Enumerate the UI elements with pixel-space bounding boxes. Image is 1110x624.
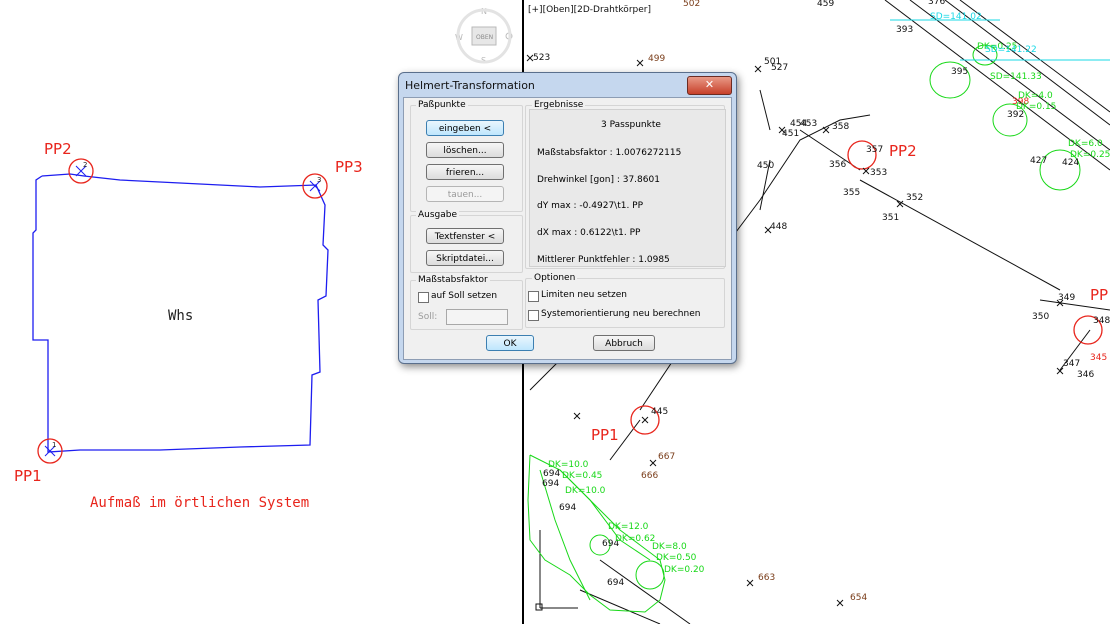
point-label: 654 — [850, 593, 867, 603]
point-label: 451 — [782, 129, 799, 139]
dk-label: DK=12.0 — [608, 522, 649, 532]
auf-soll-setzen-label: auf Soll setzen — [431, 291, 498, 301]
result-dx-max: dX max : 0.6122\t1. PP — [537, 228, 641, 238]
sd-label: SD=141.22 — [985, 45, 1037, 55]
dk-label: DK=0.50 — [656, 553, 697, 563]
systemorientierung-checkbox[interactable] — [528, 310, 539, 321]
point-label: 502 — [683, 0, 700, 9]
sd-label: SD=141.02 — [930, 12, 982, 22]
caption-local-system: Aufmaß im örtlichen System — [90, 495, 309, 511]
point-label: 346 — [1077, 370, 1094, 380]
tauen-button[interactable]: tauen... — [426, 186, 504, 202]
point-label: 345 — [1090, 353, 1107, 363]
pp3-label-right: PP — [1090, 286, 1108, 304]
point-label: 350 — [1032, 312, 1049, 322]
point-label: 351 — [882, 213, 899, 223]
limiten-neu-setzen-label: Limiten neu setzen — [541, 290, 627, 300]
dk-label: DK=8.0 — [652, 542, 687, 552]
dk-label: DK=6.0 — [1068, 139, 1103, 149]
soll-label: Soll: — [418, 312, 438, 322]
optionen-label: Optionen — [532, 273, 578, 283]
pp2-label-left: PP2 — [44, 140, 72, 158]
point-label: 527 — [771, 63, 788, 73]
point-label: 667 — [658, 452, 675, 462]
ausgabe-label: Ausgabe — [416, 210, 460, 220]
point-label: 453 — [800, 119, 817, 129]
passpunkte-label: Paßpunkte — [416, 100, 468, 110]
point-label: 353 — [870, 168, 887, 178]
dialog-title: Helmert-Transformation — [405, 79, 535, 92]
dk-label: DK=10.0 — [548, 460, 589, 470]
point-label: 459 — [817, 0, 834, 9]
point-label: 694 — [607, 578, 624, 588]
point-label: 358 — [832, 122, 849, 132]
building-label: Whs — [168, 308, 193, 324]
viewcube[interactable]: N W S OBEN — [455, 7, 513, 65]
result-punktfehler: Mittlerer Punktfehler : 1.0985 — [537, 255, 670, 265]
pp1-label-right: PP1 — [591, 426, 619, 444]
dialog-body: Paßpunkte eingeben < löschen... frieren.… — [403, 97, 732, 360]
dk-label: DK=10.0 — [565, 486, 606, 496]
ok-button[interactable]: OK — [486, 335, 534, 351]
point-label: 448 — [770, 222, 787, 232]
result-drehwinkel: Drehwinkel [gon] : 37.8601 — [537, 175, 660, 185]
point-label: 347 — [1063, 359, 1080, 369]
pp3-label-left: PP3 — [335, 158, 363, 176]
pp1-label-left: PP1 — [14, 467, 42, 485]
viewport-label[interactable]: [+][Oben][2D-Drahtkörper] — [528, 5, 651, 15]
auf-soll-setzen-checkbox[interactable] — [418, 292, 429, 303]
point-label: 666 — [641, 471, 658, 481]
dk-label: DK=0.45 — [562, 471, 602, 481]
point-label: 356 — [829, 160, 846, 170]
point-label: 393 — [896, 25, 913, 35]
point-label: 427 — [1030, 156, 1047, 166]
point-label: 499 — [648, 54, 665, 64]
dk-label: SD=141.33 — [990, 72, 1042, 82]
dk-label: DK=0.25 — [1070, 150, 1110, 160]
helmert-transformation-dialog: Helmert-Transformation ✕ Paßpunkte einge… — [398, 72, 737, 364]
soll-input[interactable] — [446, 309, 508, 325]
point-label: 348 — [1093, 316, 1110, 326]
result-dy-max: dY max : -0.4927\t1. PP — [537, 201, 644, 211]
dk-label: DK=0.62 — [615, 534, 655, 544]
dk-label: DK=4.0 — [1018, 91, 1053, 101]
abbruch-button[interactable]: Abbruch — [593, 335, 655, 351]
point-label: 355 — [843, 188, 860, 198]
massstabsfaktor-label: Maßstabsfaktor — [416, 275, 490, 285]
point-label: 694 — [543, 469, 560, 479]
systemorientierung-label: Systemorientierung neu berechnen — [541, 309, 701, 319]
dk-label: DK=0.15 — [1016, 102, 1056, 112]
eingeben-button[interactable]: eingeben < — [426, 120, 504, 136]
close-button[interactable]: ✕ — [687, 76, 732, 95]
point-label: 450 — [757, 161, 774, 171]
point-label: 663 — [758, 573, 775, 583]
point-label: 523 — [533, 53, 550, 63]
point-label: 694 — [542, 479, 559, 489]
frieren-button[interactable]: frieren... — [426, 164, 504, 180]
point-label: 352 — [906, 193, 923, 203]
textfenster-button[interactable]: Textfenster < — [426, 228, 504, 244]
point-label: 395 — [951, 67, 968, 77]
point-label: 694 — [559, 503, 576, 513]
result-massstabsfaktor: Maßstabsfaktor : 1.0076272115 — [537, 148, 682, 158]
point-label: 357 — [866, 145, 883, 155]
point-number-3: 3 — [317, 176, 321, 184]
point-label: 376 — [928, 0, 945, 7]
point-number-2: 2 — [83, 161, 87, 169]
limiten-neu-setzen-checkbox[interactable] — [528, 291, 539, 302]
point-label: 349 — [1058, 293, 1075, 303]
optionen-group — [525, 278, 725, 328]
result-passpunkte: 3 Passpunkte — [601, 120, 661, 130]
ergebnisse-panel — [529, 109, 726, 267]
skriptdatei-button[interactable]: Skriptdatei... — [426, 250, 504, 266]
point-number-1: 1 — [52, 441, 56, 449]
viewcube-top[interactable]: OBEN — [476, 34, 493, 41]
pp2-label-right: PP2 — [889, 142, 917, 160]
loeschen-button[interactable]: löschen... — [426, 142, 504, 158]
point-label: 445 — [651, 407, 668, 417]
dk-label: DK=0.20 — [664, 565, 705, 575]
